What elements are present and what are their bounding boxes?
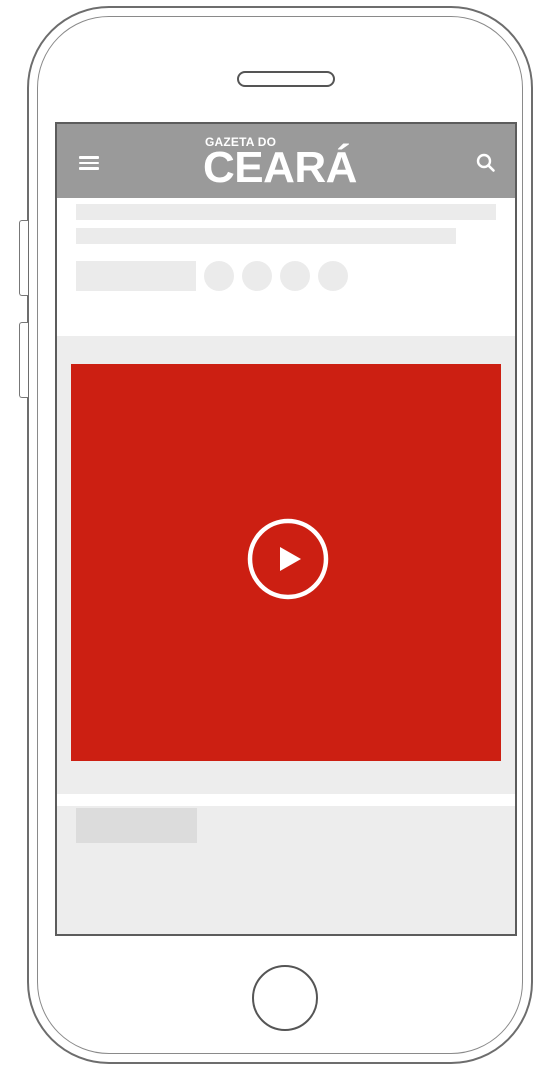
home-button[interactable] bbox=[252, 965, 318, 1031]
byline-placeholder bbox=[76, 261, 196, 291]
play-triangle-icon[interactable] bbox=[247, 518, 329, 600]
volume-up-button bbox=[19, 220, 28, 296]
content-placeholder bbox=[76, 808, 197, 843]
logo-main-text: CEARÁ bbox=[203, 143, 357, 192]
share-button-placeholder[interactable] bbox=[242, 261, 272, 291]
article-header-area bbox=[57, 198, 515, 336]
share-button-placeholder[interactable] bbox=[204, 261, 234, 291]
magnifier-icon[interactable] bbox=[475, 152, 497, 174]
hamburger-menu-icon[interactable] bbox=[79, 156, 99, 170]
phone-speaker bbox=[237, 71, 335, 87]
app-header: GAZETA DO CEARÁ bbox=[57, 124, 515, 198]
volume-down-button bbox=[19, 322, 28, 398]
headline-placeholder-line-1 bbox=[76, 204, 496, 220]
phone-screen: GAZETA DO CEARÁ bbox=[55, 122, 517, 936]
share-button-placeholder[interactable] bbox=[318, 261, 348, 291]
section-divider bbox=[57, 794, 515, 806]
headline-placeholder-line-2 bbox=[76, 228, 456, 244]
video-player[interactable] bbox=[71, 364, 501, 761]
share-button-placeholder[interactable] bbox=[280, 261, 310, 291]
